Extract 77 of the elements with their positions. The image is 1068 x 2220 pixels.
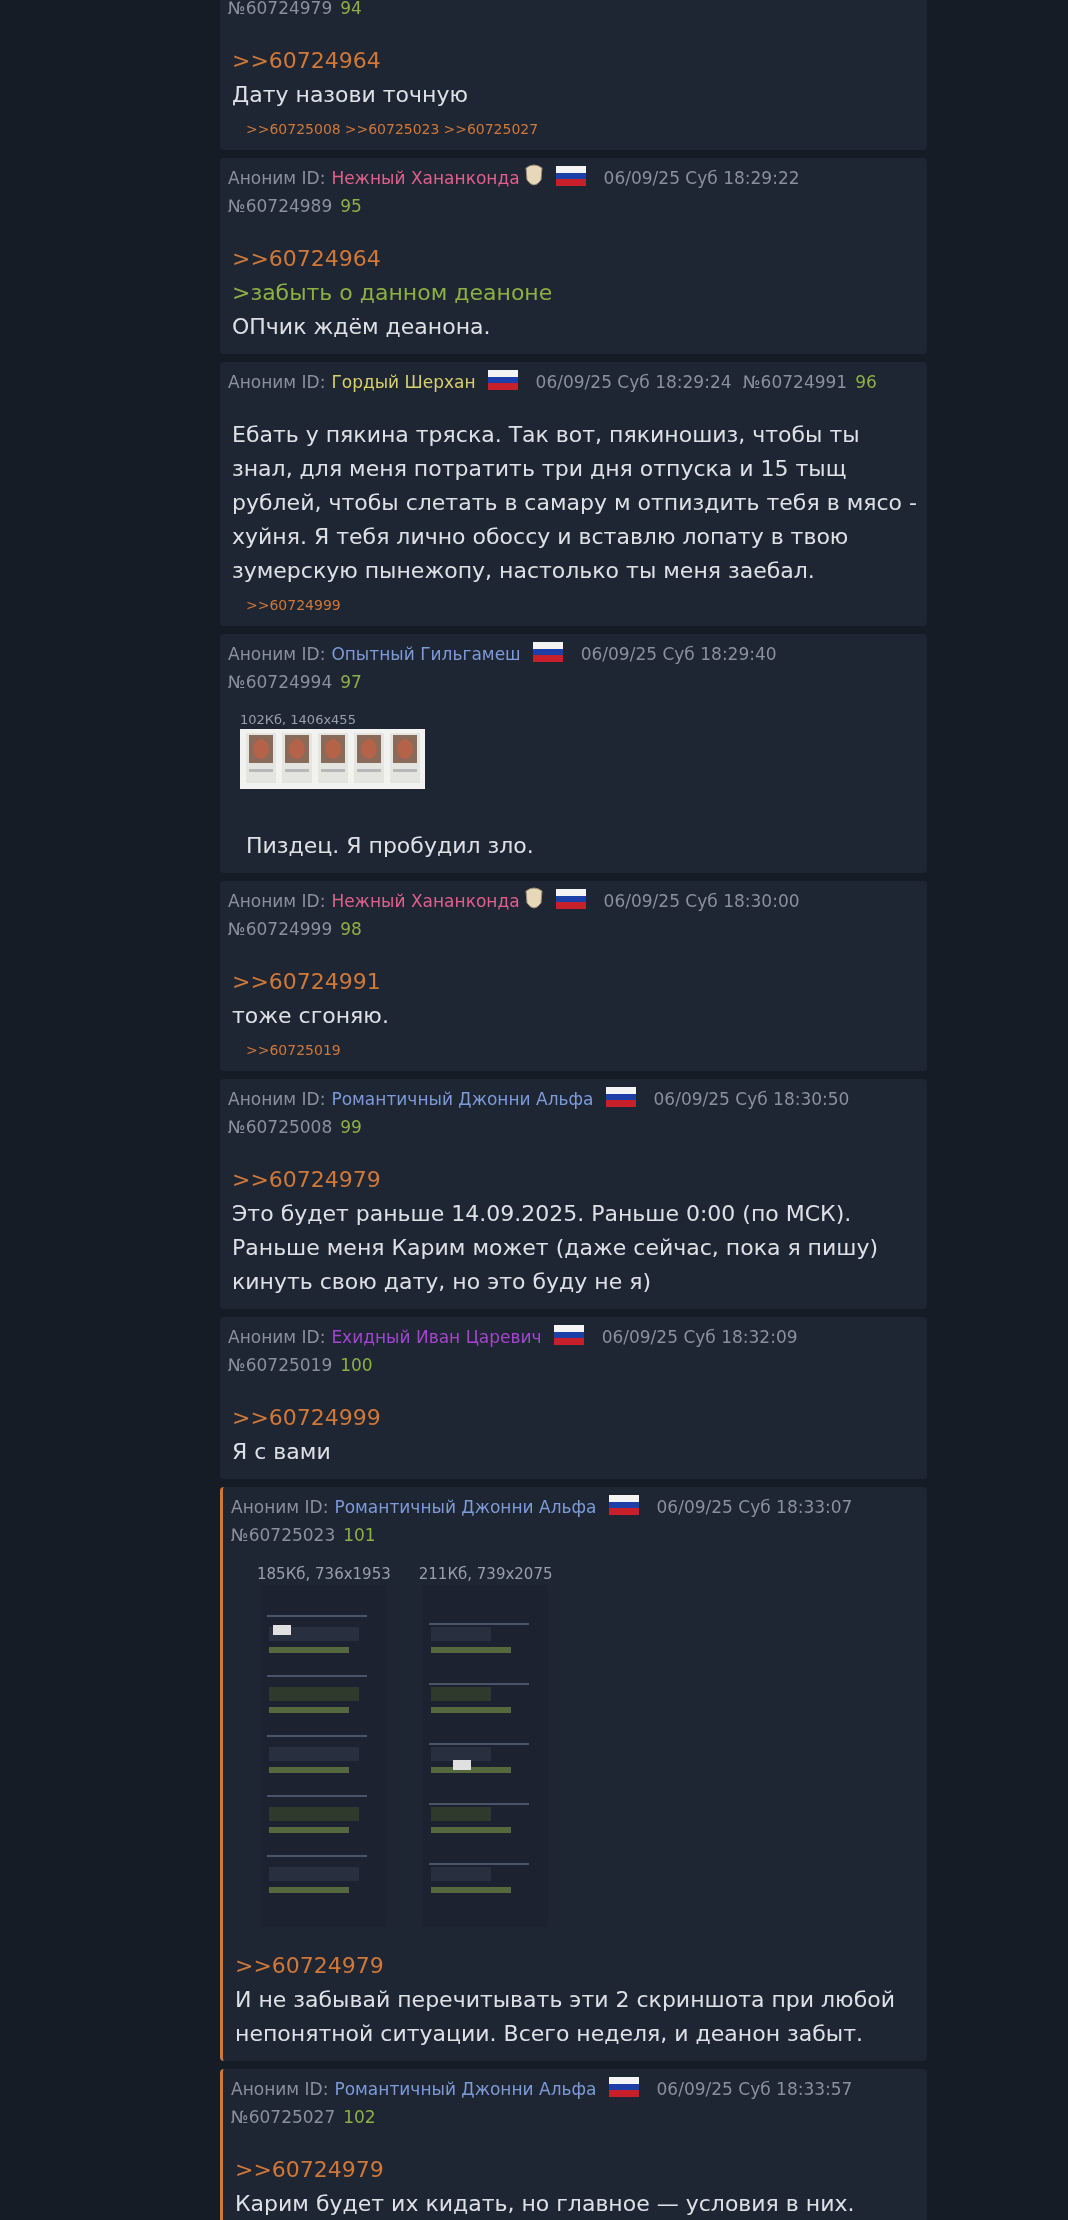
reply-link[interactable]: >>60724964 bbox=[232, 242, 381, 276]
post-text: Я с вами bbox=[232, 1438, 332, 1466]
quote-text: >забыть о данном деаноне bbox=[232, 279, 554, 307]
file-info: 102Кб, 1406x455 bbox=[240, 712, 356, 727]
post-index: 96 bbox=[855, 372, 877, 392]
post-number[interactable]: №60724991 bbox=[742, 372, 848, 392]
reply-link[interactable]: >>60724979 bbox=[235, 2153, 384, 2187]
post-text: Ебать у пякина тряска. Так вот, пякиношиз, чтобы ты знал, для меня потратить три дня отпуска и 15 тыщ рублей, чтобы слетать в самару м отпиздить тебя в мясо - хуйня. Я тебя лично обоссу и вставлю лопату в твою зумерскую пынежопу, настолько ты меня заебал. bbox=[232, 421, 917, 585]
reply-link[interactable]: >>60724979 bbox=[232, 1163, 381, 1197]
backlink[interactable]: >>60725008 bbox=[246, 118, 341, 140]
author-prefix: Аноним ID: bbox=[228, 891, 326, 911]
post-number[interactable]: №60724989 bbox=[228, 196, 333, 216]
post-number[interactable]: №60724979 bbox=[228, 0, 333, 18]
post-date: 06/09/25 Суб 18:33:07 bbox=[656, 1497, 853, 1517]
post-number[interactable]: №60724999 bbox=[228, 919, 333, 939]
post-date: 06/09/25 Суб 18:29:40 bbox=[580, 644, 777, 664]
post-index: 100 bbox=[340, 1355, 373, 1375]
author-prefix: Аноним ID: bbox=[231, 2079, 329, 2099]
flag-icon bbox=[555, 889, 586, 909]
author-prefix: Аноним ID: bbox=[228, 644, 326, 664]
author-name: Гордый Шерхан bbox=[331, 372, 476, 392]
post-index: 97 bbox=[340, 672, 362, 692]
post-index: 98 bbox=[340, 919, 362, 939]
author-prefix: Аноним ID: bbox=[228, 1327, 326, 1347]
author-prefix: Аноним ID: bbox=[228, 168, 326, 188]
author-name: Романтичный Джонни Альфа bbox=[331, 1089, 594, 1109]
flag-icon bbox=[487, 370, 518, 390]
post-text: Карим будет их кидать, но главное — условия в них. bbox=[235, 2190, 856, 2218]
post-date: 06/09/25 Суб 18:30:00 bbox=[603, 891, 800, 911]
flag-icon bbox=[608, 1495, 639, 1515]
post-number[interactable]: №60725008 bbox=[228, 1117, 333, 1137]
author-name: Романтичный Джонни Альфа bbox=[334, 1497, 597, 1517]
post-date: 06/09/25 Суб 18:30:50 bbox=[653, 1089, 850, 1109]
flag-icon bbox=[555, 166, 586, 186]
post-index: 99 bbox=[340, 1117, 362, 1137]
post-number[interactable]: №60725027 bbox=[231, 2107, 336, 2127]
flag-icon bbox=[605, 1087, 636, 1107]
post-date: 06/09/25 Суб 18:29:24 bbox=[535, 372, 732, 392]
post-index: 94 bbox=[340, 0, 362, 18]
author-name: Нежный Хананконда bbox=[331, 168, 520, 188]
author-name: Ехидный Иван Царевич bbox=[331, 1327, 542, 1347]
post-index: 95 bbox=[340, 196, 362, 216]
backlink[interactable]: >>60724999 bbox=[246, 594, 341, 616]
post-text: тоже сгоняю. bbox=[232, 1002, 390, 1030]
mask-icon bbox=[523, 164, 544, 188]
post-index: 101 bbox=[343, 1525, 376, 1545]
author-prefix: Аноним ID: bbox=[228, 372, 326, 392]
post-date: 06/09/25 Суб 18:32:09 bbox=[601, 1327, 798, 1347]
post-text: ОПчик ждём деанона. bbox=[232, 313, 492, 341]
author-name: Опытный Гильгамеш bbox=[331, 644, 521, 664]
post-number[interactable]: №60725019 bbox=[228, 1355, 333, 1375]
file-info: 185Кб, 736x1953 bbox=[257, 1565, 391, 1583]
mask-icon bbox=[523, 887, 544, 911]
file-info: 211Кб, 739x2075 bbox=[418, 1565, 553, 1583]
author-prefix: Аноним ID: bbox=[231, 1497, 329, 1517]
post-date: 06/09/25 Суб 18:33:57 bbox=[656, 2079, 853, 2099]
post-date: 06/09/25 Суб 18:29:22 bbox=[603, 168, 800, 188]
flag-icon bbox=[532, 642, 563, 662]
backlink[interactable]: >>60725027 bbox=[443, 118, 539, 140]
post-number[interactable]: №60724994 bbox=[228, 672, 333, 692]
backlink[interactable]: >>60725023 bbox=[344, 118, 440, 140]
post-number[interactable]: №60725023 bbox=[231, 1525, 336, 1545]
post-index: 102 bbox=[343, 2107, 376, 2127]
author-name: Нежный Хананконда bbox=[331, 891, 520, 911]
reply-link[interactable]: >>60724964 bbox=[232, 44, 381, 78]
post-text: Это будет раньше 14.09.2025. Раньше 0:00 (по МСК). Раньше меня Карим может (даже сейчас, пока я пишу) кинуть свою дату, но это буду не я) bbox=[232, 1200, 880, 1296]
post-text: И не забывай перечитывать эти 2 скриншота при любой непонятной ситуации. Всего неделя, и деанон забыт. bbox=[235, 1986, 896, 2048]
reply-link[interactable]: >>60724991 bbox=[232, 965, 381, 999]
reply-link[interactable]: >>60724999 bbox=[232, 1401, 381, 1435]
flag-icon bbox=[553, 1325, 584, 1345]
post-text: Пиздец. Я пробудил зло. bbox=[246, 832, 535, 860]
author-name: Романтичный Джонни Альфа bbox=[334, 2079, 597, 2099]
reply-link[interactable]: >>60724979 bbox=[235, 1949, 384, 1983]
flag-icon bbox=[608, 2077, 639, 2097]
author-prefix: Аноним ID: bbox=[228, 1089, 326, 1109]
backlink[interactable]: >>60725019 bbox=[246, 1039, 341, 1061]
post-text: Дату назови точную bbox=[232, 81, 469, 109]
